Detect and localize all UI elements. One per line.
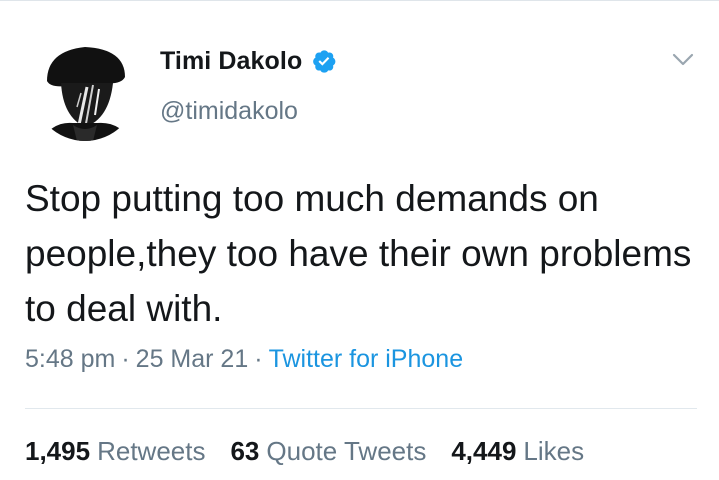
meta-separator: · [254,345,263,373]
user-handle[interactable]: @timidakolo [160,97,298,126]
tweet-date[interactable]: 25 Mar 21 [136,345,249,374]
likes-count: 4,449 [451,436,517,466]
display-name[interactable]: Timi Dakolo [160,47,302,76]
chevron-down-icon[interactable] [672,52,694,68]
author-name-row: Timi Dakolo [160,43,337,79]
quote-tweets-stat[interactable]: 63 Quote Tweets [230,436,426,467]
retweets-stat[interactable]: 1,495 Retweets [25,436,205,467]
likes-label: Likes [523,436,585,466]
quote-tweets-count: 63 [230,436,260,466]
retweets-label: Retweets [97,436,206,466]
meta-separator: · [121,345,130,373]
tweet-stats: 1,495 Retweets 63 Quote Tweets 4,449 Likes [25,436,584,467]
divider [25,408,697,409]
avatar[interactable] [33,37,137,141]
verified-badge-icon [311,48,337,74]
retweets-count: 1,495 [25,436,91,466]
quote-tweets-label: Quote Tweets [266,436,427,466]
tweet-meta: 5:48 pm · 25 Mar 21 · Twitter for iPhone [25,345,463,374]
tweet-text: Stop putting too much demands on people,… [25,178,692,329]
avatar-image [33,37,137,141]
likes-stat[interactable]: 4,449 Likes [451,436,584,467]
tweet-card: Timi Dakolo @timidakolo Stop putting too… [0,0,719,480]
tweet-source-link[interactable]: Twitter for iPhone [269,345,464,374]
tweet-time[interactable]: 5:48 pm [25,345,115,374]
